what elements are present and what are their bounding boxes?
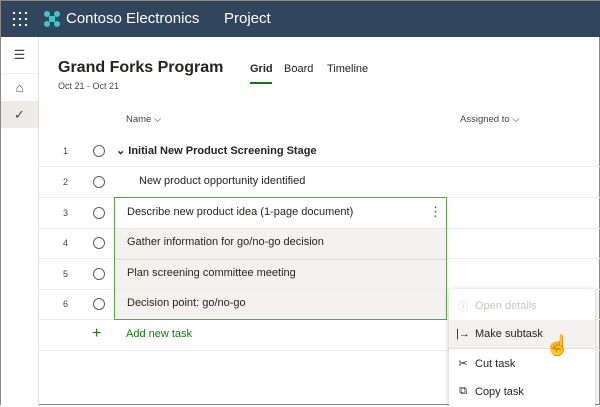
row-number: 2 bbox=[63, 177, 69, 187]
menu-item-cut-task[interactable]: ✂ Cut task bbox=[449, 349, 595, 378]
task-name: ⌄ Initial New Product Screening Stage bbox=[116, 145, 317, 157]
copy-icon: ⧉ bbox=[459, 385, 467, 397]
tab-timeline[interactable]: Timeline bbox=[327, 63, 368, 75]
info-icon: ⓘ bbox=[457, 300, 469, 313]
tab-board[interactable]: Board bbox=[284, 63, 313, 75]
project-dates: Oct 21 - Oct 21 bbox=[58, 81, 120, 91]
app-launcher-icon[interactable] bbox=[13, 12, 27, 26]
complete-checkbox[interactable] bbox=[93, 237, 105, 249]
complete-checkbox[interactable] bbox=[93, 268, 105, 280]
row-number: 5 bbox=[63, 269, 69, 279]
sidebar: ☰ ⌂ ✓ bbox=[1, 37, 39, 406]
app-name[interactable]: Project bbox=[224, 10, 271, 27]
column-header-name[interactable]: Name ⌵ bbox=[126, 114, 161, 125]
tab-grid[interactable]: Grid bbox=[250, 63, 273, 75]
plus-icon: + bbox=[92, 325, 102, 342]
row-number: 1 bbox=[63, 146, 69, 156]
selection-box bbox=[114, 197, 447, 320]
home-icon[interactable]: ⌂ bbox=[1, 73, 38, 100]
row-number: 6 bbox=[63, 299, 69, 309]
hand-cursor-icon: ☝ bbox=[545, 335, 570, 357]
page-title: Grand Forks Program bbox=[58, 59, 224, 76]
menu-item-open-details[interactable]: ⓘ Open details bbox=[449, 291, 595, 320]
chevron-down-icon: ⌵ bbox=[512, 114, 520, 125]
complete-checkbox[interactable] bbox=[93, 145, 105, 157]
row-number: 3 bbox=[63, 208, 69, 218]
complete-checkbox[interactable] bbox=[93, 207, 105, 219]
hamburger-icon[interactable]: ☰ bbox=[1, 41, 38, 68]
add-new-task-button[interactable]: Add new task bbox=[126, 328, 192, 340]
menu-item-make-subtask[interactable]: |→ Make subtask bbox=[449, 320, 595, 349]
active-tab-indicator bbox=[250, 82, 272, 84]
complete-checkbox[interactable] bbox=[93, 298, 105, 310]
row-number: 4 bbox=[63, 238, 69, 248]
scissors-icon: ✂ bbox=[458, 358, 468, 370]
table-row[interactable]: 1 ⌄ Initial New Product Screening Stage bbox=[39, 136, 600, 167]
brand-name: Contoso Electronics bbox=[66, 10, 200, 27]
check-icon[interactable]: ✓ bbox=[1, 101, 38, 128]
table-row[interactable]: 2 New product opportunity identified bbox=[39, 167, 600, 198]
chevron-down-icon: ⌵ bbox=[153, 114, 162, 125]
column-header-assigned[interactable]: Assigned to ⌵ bbox=[460, 114, 520, 125]
context-menu: ⓘ Open details |→ Make subtask ✂ Cut task ⧉… bbox=[449, 289, 595, 407]
indent-icon: |→ bbox=[456, 328, 470, 340]
task-name: New product opportunity identified bbox=[139, 175, 306, 187]
contoso-logo-icon bbox=[44, 11, 60, 27]
chevron-down-icon[interactable]: ⌄ bbox=[116, 145, 125, 157]
menu-item-copy-task[interactable]: ⧉ Copy task bbox=[449, 377, 595, 406]
complete-checkbox[interactable] bbox=[93, 176, 105, 188]
app-header: Contoso Electronics Project bbox=[1, 1, 600, 37]
